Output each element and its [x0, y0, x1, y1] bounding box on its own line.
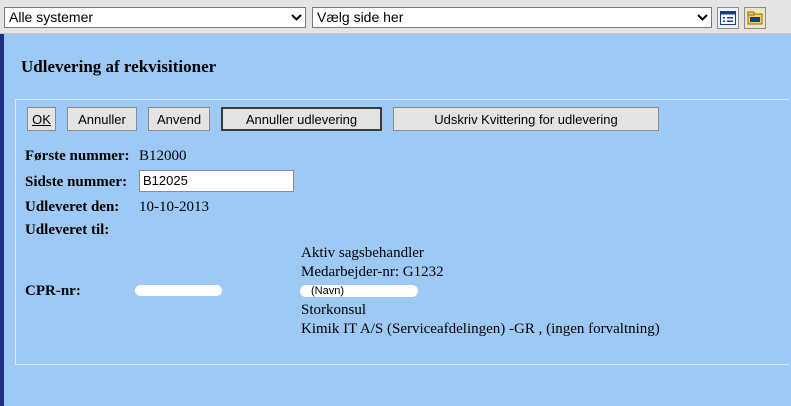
apply-button[interactable]: Anvend	[148, 107, 210, 131]
last-number-input[interactable]: B12025	[139, 170, 294, 192]
recipient-title: Storkonsul	[301, 302, 367, 318]
left-accent-stripe	[0, 34, 4, 406]
recipient-name-placeholder: (Navn)	[311, 285, 345, 297]
issued-date-label: Udleveret den:	[25, 199, 120, 215]
page-title: Udlevering af rekvisitioner	[21, 57, 217, 76]
cpr-redacted	[135, 285, 222, 296]
ok-button[interactable]: OK	[27, 107, 56, 131]
cancel-issue-button[interactable]: Annuller udlevering	[221, 107, 382, 131]
ok-button-label: OK	[32, 111, 51, 127]
last-number-label: Sidste nummer:	[25, 174, 128, 190]
print-receipt-button-label: Udskriv Kvittering for udlevering	[434, 111, 618, 127]
recipient-employee-number: Medarbejder-nr: G1232	[301, 264, 444, 280]
first-number-label: Første nummer:	[25, 148, 130, 164]
chevron-down-icon	[694, 8, 711, 27]
issued-to-label: Udleveret til:	[25, 222, 110, 238]
recipient-role: Aktiv sagsbehandler	[301, 245, 424, 261]
folder-icon[interactable]	[744, 7, 766, 29]
issued-date-value: 10-10-2013	[139, 199, 209, 215]
recipient-organisation: Kimik IT A/S (Serviceafdelingen) -GR , (…	[301, 321, 660, 337]
first-number-value: B12000	[139, 148, 187, 164]
apply-button-label: Anvend	[156, 111, 202, 127]
list-view-icon[interactable]	[717, 7, 739, 29]
page-select[interactable]: Vælg side her	[312, 7, 712, 28]
chevron-down-icon	[288, 8, 305, 27]
system-select-value: Alle systemer	[9, 9, 94, 25]
cancel-button[interactable]: Annuller	[67, 107, 137, 131]
cancel-issue-button-label: Annuller udlevering	[245, 111, 358, 127]
cpr-label: CPR-nr:	[25, 283, 81, 299]
cancel-button-label: Annuller	[78, 111, 126, 127]
page-select-value: Vælg side her	[317, 9, 404, 25]
print-receipt-button[interactable]: Udskriv Kvittering for udlevering	[393, 107, 659, 131]
top-toolbar: Alle systemer Vælg side her	[0, 0, 791, 34]
system-select[interactable]: Alle systemer	[4, 7, 306, 28]
